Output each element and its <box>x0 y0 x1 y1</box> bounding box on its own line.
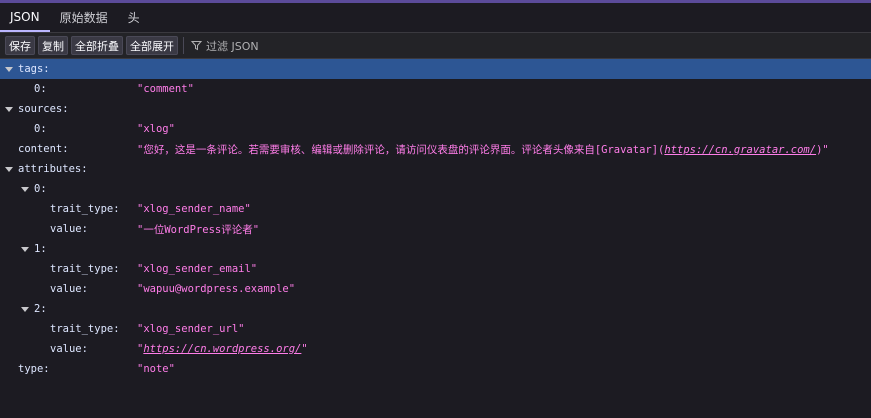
collapse-all-button[interactable]: 全部折叠 <box>71 36 123 55</box>
tree-key: 2: <box>34 303 47 315</box>
tree-key: 0: <box>34 123 47 135</box>
triangle-down-icon[interactable] <box>21 187 29 192</box>
copy-button[interactable]: 复制 <box>38 36 68 55</box>
tab-headers[interactable]: 头 <box>118 3 150 32</box>
triangle-down-icon[interactable] <box>21 247 29 252</box>
tree-value: "note" <box>137 363 175 375</box>
json-tree: tags: 0: "comment" sources: 0: "xlog" co… <box>0 59 871 379</box>
tree-value: "https://cn.wordpress.org/" <box>137 343 308 355</box>
tree-key: content: <box>18 143 69 155</box>
toolbar: 保存 复制 全部折叠 全部展开 过滤 JSON <box>0 33 871 59</box>
tree-key: attributes: <box>18 163 88 175</box>
expand-all-button[interactable]: 全部展开 <box>126 36 178 55</box>
tree-row-attributes-2[interactable]: 2: <box>0 299 871 319</box>
filter-json-input[interactable]: 过滤 JSON <box>191 38 259 54</box>
tree-key: value: <box>50 343 88 355</box>
gravatar-link[interactable]: https://cn.gravatar.com/ <box>664 144 816 156</box>
tab-json[interactable]: JSON <box>0 3 50 32</box>
tree-row-attributes-1[interactable]: 1: <box>0 239 871 259</box>
tree-value: "xlog_sender_url" <box>137 323 245 335</box>
tree-row-content[interactable]: content: "您好，这是一条评论。若需要审核、编辑或删除评论，请访问仪表盘… <box>0 139 871 159</box>
wordpress-link[interactable]: https://cn.wordpress.org/ <box>143 343 301 355</box>
tree-row-sources-0[interactable]: 0: "xlog" <box>0 119 871 139</box>
triangle-down-icon[interactable] <box>5 107 13 112</box>
tree-value: "wapuu@wordpress.example" <box>137 283 296 295</box>
tree-row-type[interactable]: type: "note" <box>0 359 871 379</box>
tree-row-attr0-trait-type[interactable]: trait_type: "xlog_sender_name" <box>0 199 871 219</box>
tree-row-attributes-0[interactable]: 0: <box>0 179 871 199</box>
quote-close: " <box>301 343 308 355</box>
triangle-down-icon[interactable] <box>5 167 13 172</box>
funnel-icon <box>191 40 202 51</box>
tree-value: "一位WordPress评论者" <box>137 223 260 236</box>
tree-row-tags[interactable]: tags: <box>0 59 871 79</box>
tree-row-tags-0[interactable]: 0: "comment" <box>0 79 871 99</box>
filter-placeholder: 过滤 JSON <box>206 39 259 53</box>
save-button[interactable]: 保存 <box>5 36 35 55</box>
tree-value: "您好，这是一条评论。若需要审核、编辑或删除评论，请访问仪表盘的评论界面。评论者… <box>137 142 829 157</box>
tree-row-attr2-value[interactable]: value: "https://cn.wordpress.org/" <box>0 339 871 359</box>
tree-row-attr0-value[interactable]: value: "一位WordPress评论者" <box>0 219 871 239</box>
tree-row-attr2-trait-type[interactable]: trait_type: "xlog_sender_url" <box>0 319 871 339</box>
tree-key: 0: <box>34 183 47 195</box>
triangle-down-icon[interactable] <box>5 67 13 72</box>
tree-key: value: <box>50 223 88 235</box>
content-text: "您好，这是一条评论。若需要审核、编辑或删除评论，请访问仪表盘的评论界面。评论者… <box>137 143 665 156</box>
tree-row-attr1-trait-type[interactable]: trait_type: "xlog_sender_email" <box>0 259 871 279</box>
tree-key: value: <box>50 283 88 295</box>
tree-key: 0: <box>34 83 47 95</box>
tab-bar: JSON 原始数据 头 <box>0 3 871 33</box>
tree-value: "xlog" <box>137 123 175 135</box>
tree-value: "xlog_sender_email" <box>137 263 258 275</box>
tree-key: type: <box>18 363 50 375</box>
tree-row-attributes[interactable]: attributes: <box>0 159 871 179</box>
tree-row-sources[interactable]: sources: <box>0 99 871 119</box>
tab-raw-data[interactable]: 原始数据 <box>50 3 118 32</box>
triangle-down-icon[interactable] <box>21 307 29 312</box>
json-viewer: JSON 原始数据 头 保存 复制 全部折叠 全部展开 过滤 JSON tags… <box>0 0 871 418</box>
tree-key: tags: <box>18 63 50 75</box>
tree-value: "comment" <box>137 83 194 95</box>
content-text-end: )" <box>816 143 829 156</box>
tree-key: 1: <box>34 243 47 255</box>
tree-key: trait_type: <box>50 203 120 215</box>
toolbar-divider <box>183 37 184 54</box>
tree-value: "xlog_sender_name" <box>137 203 251 215</box>
tree-row-attr1-value[interactable]: value: "wapuu@wordpress.example" <box>0 279 871 299</box>
tree-key: trait_type: <box>50 263 120 275</box>
tree-key: sources: <box>18 103 69 115</box>
tree-key: trait_type: <box>50 323 120 335</box>
